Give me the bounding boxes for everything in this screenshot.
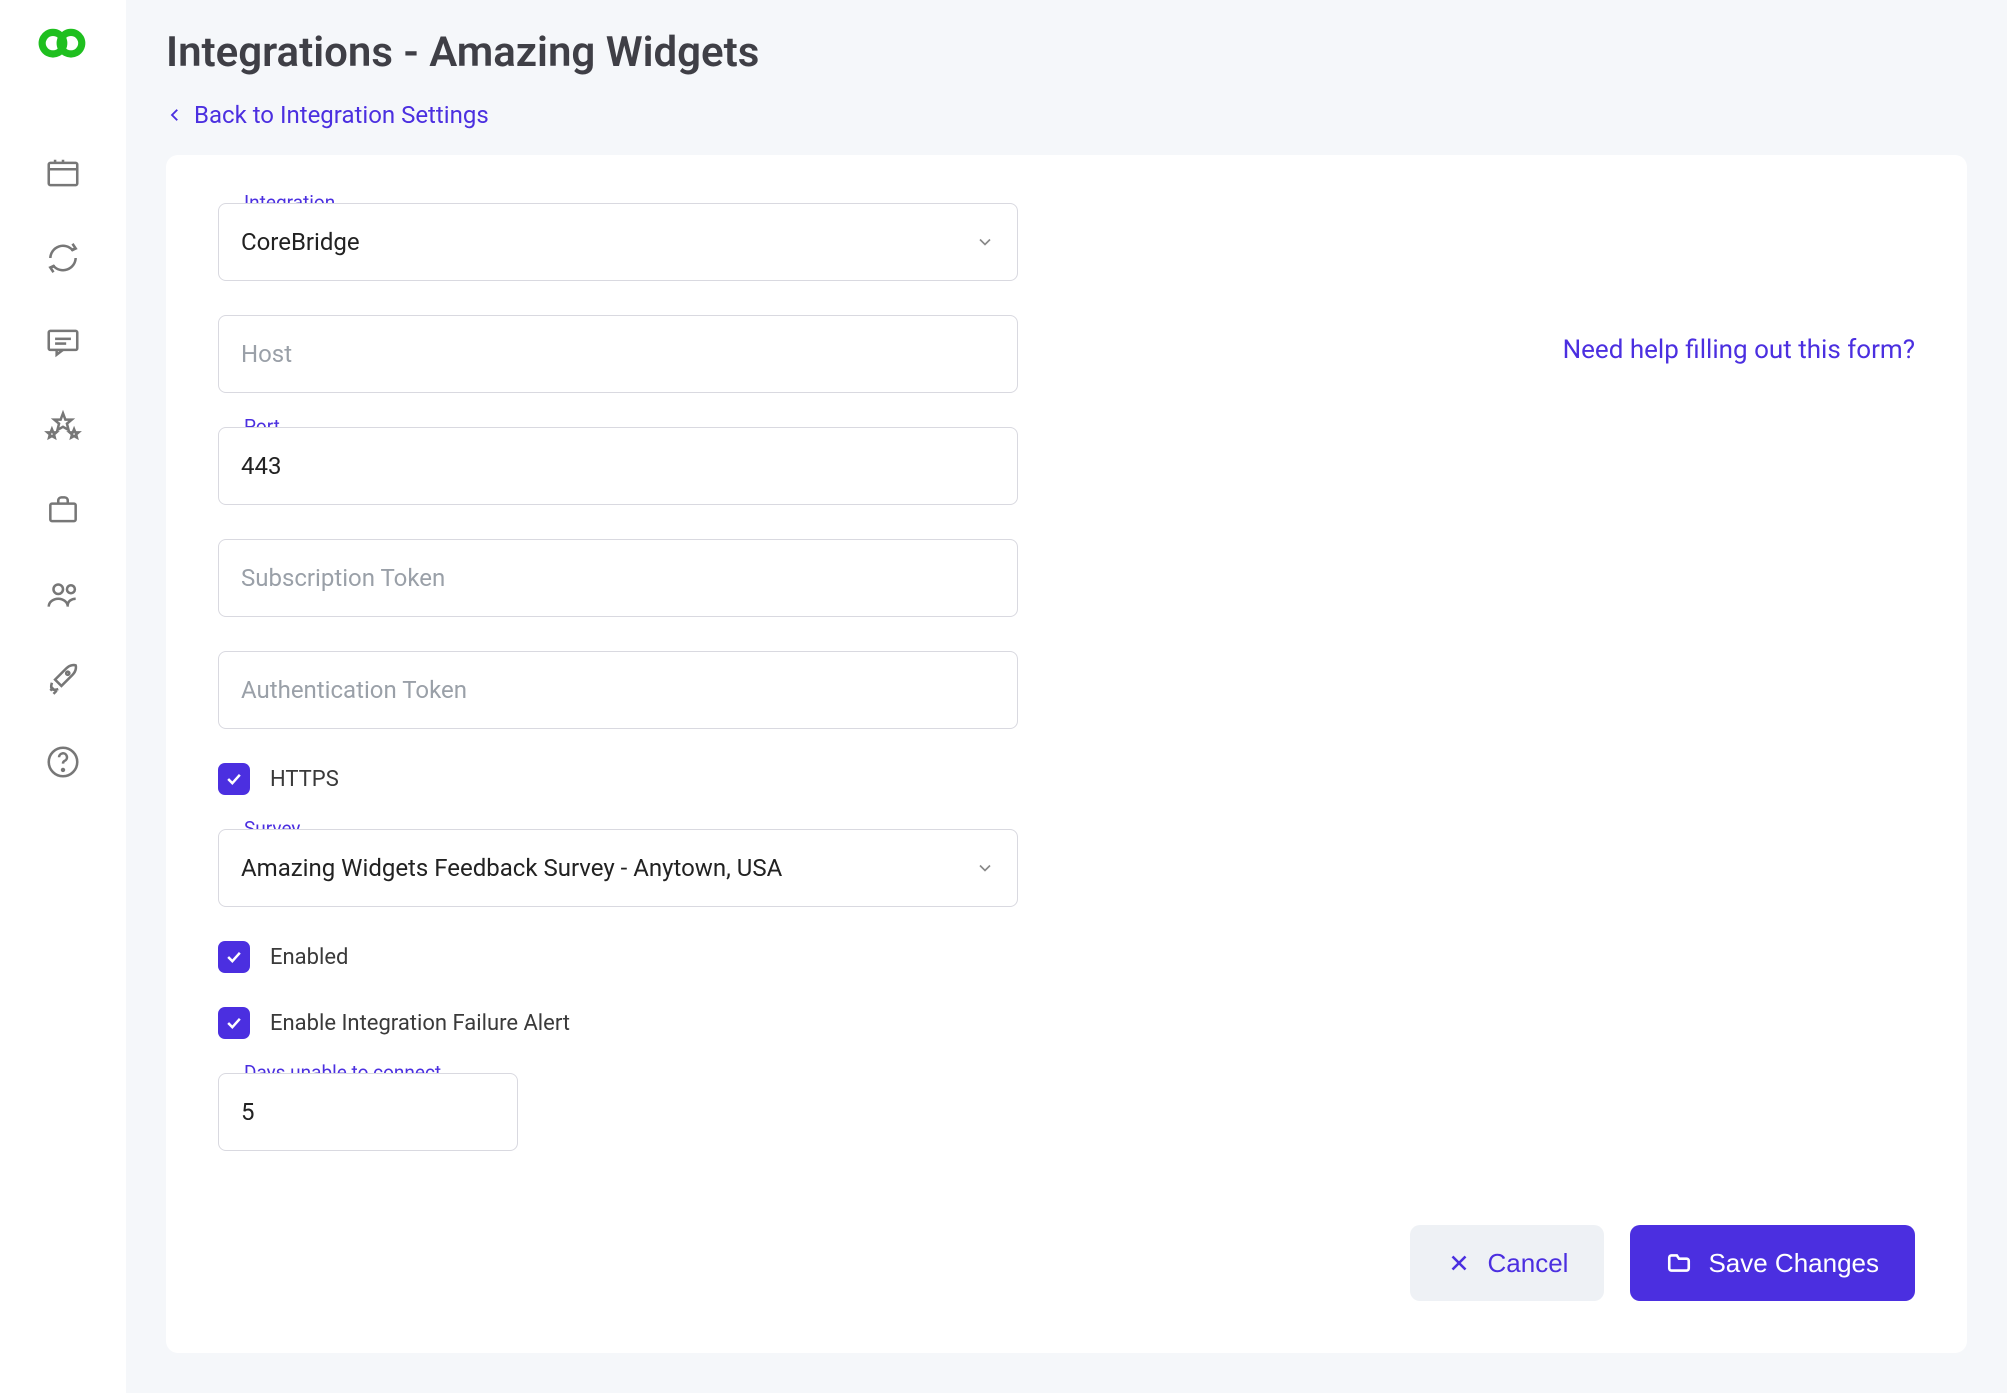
check-icon [224,769,244,789]
save-label: Save Changes [1708,1248,1879,1279]
failure-alert-checkbox[interactable] [218,1007,250,1039]
failure-alert-row: Enable Integration Failure Alert [218,1007,1018,1039]
port-value: 443 [241,452,281,480]
logo [27,18,99,94]
main-content: Integrations - Amazing Widgets Back to I… [126,0,2007,1393]
save-button[interactable]: Save Changes [1630,1225,1915,1301]
survey-select[interactable]: Amazing Widgets Feedback Survey - Anytow… [218,829,1018,907]
integration-field: Integration CoreBridge [218,203,1018,281]
check-icon [224,1013,244,1033]
https-checkbox[interactable] [218,763,250,795]
dashboard-icon[interactable] [43,154,83,194]
form-column: Integration CoreBridge Host Port 443 [218,203,1018,1301]
port-field: Port 443 [218,427,1018,505]
sidebar-nav [43,154,83,782]
enabled-row: Enabled [218,941,1018,973]
failure-alert-label: Enable Integration Failure Alert [270,1011,570,1036]
days-unable-field: Days unable to connect 5 [218,1073,518,1151]
integration-select[interactable]: CoreBridge [218,203,1018,281]
chevron-left-icon [166,106,184,124]
authentication-token-input[interactable]: Authentication Token [218,651,1018,729]
stars-icon[interactable] [43,406,83,446]
sync-icon[interactable] [43,238,83,278]
chevron-down-icon [975,232,995,252]
integration-value: CoreBridge [241,228,360,256]
check-icon [224,947,244,967]
subscription-token-placeholder: Subscription Token [241,564,445,592]
sidebar [0,0,126,1393]
folder-icon [1666,1250,1692,1276]
close-icon [1446,1250,1472,1276]
authentication-token-field: Authentication Token [218,651,1018,729]
days-unable-input[interactable]: 5 [218,1073,518,1151]
back-link[interactable]: Back to Integration Settings [166,101,1967,129]
enabled-checkbox[interactable] [218,941,250,973]
survey-field: Survey Amazing Widgets Feedback Survey -… [218,829,1018,907]
subscription-token-input[interactable]: Subscription Token [218,539,1018,617]
https-label: HTTPS [270,767,339,792]
survey-value: Amazing Widgets Feedback Survey - Anytow… [241,854,782,882]
host-field: Host [218,315,1018,393]
action-bar: Cancel Save Changes [1410,1225,1916,1301]
subscription-token-field: Subscription Token [218,539,1018,617]
host-input[interactable]: Host [218,315,1018,393]
help-icon[interactable] [43,742,83,782]
help-link[interactable]: Need help filling out this form? [1563,335,1915,365]
host-placeholder: Host [241,340,292,368]
users-icon[interactable] [43,574,83,614]
form-card: Integration CoreBridge Host Port 443 [166,155,1967,1353]
authentication-token-placeholder: Authentication Token [241,676,467,704]
cancel-button[interactable]: Cancel [1410,1225,1605,1301]
briefcase-icon[interactable] [43,490,83,530]
rocket-icon[interactable] [43,658,83,698]
chevron-down-icon [975,858,995,878]
messages-icon[interactable] [43,322,83,362]
https-row: HTTPS [218,763,1018,795]
cancel-label: Cancel [1488,1248,1569,1279]
enabled-label: Enabled [270,945,348,970]
back-link-label: Back to Integration Settings [194,101,489,129]
port-input[interactable]: 443 [218,427,1018,505]
page-title: Integrations - Amazing Widgets [166,28,1967,77]
days-unable-value: 5 [241,1098,255,1126]
